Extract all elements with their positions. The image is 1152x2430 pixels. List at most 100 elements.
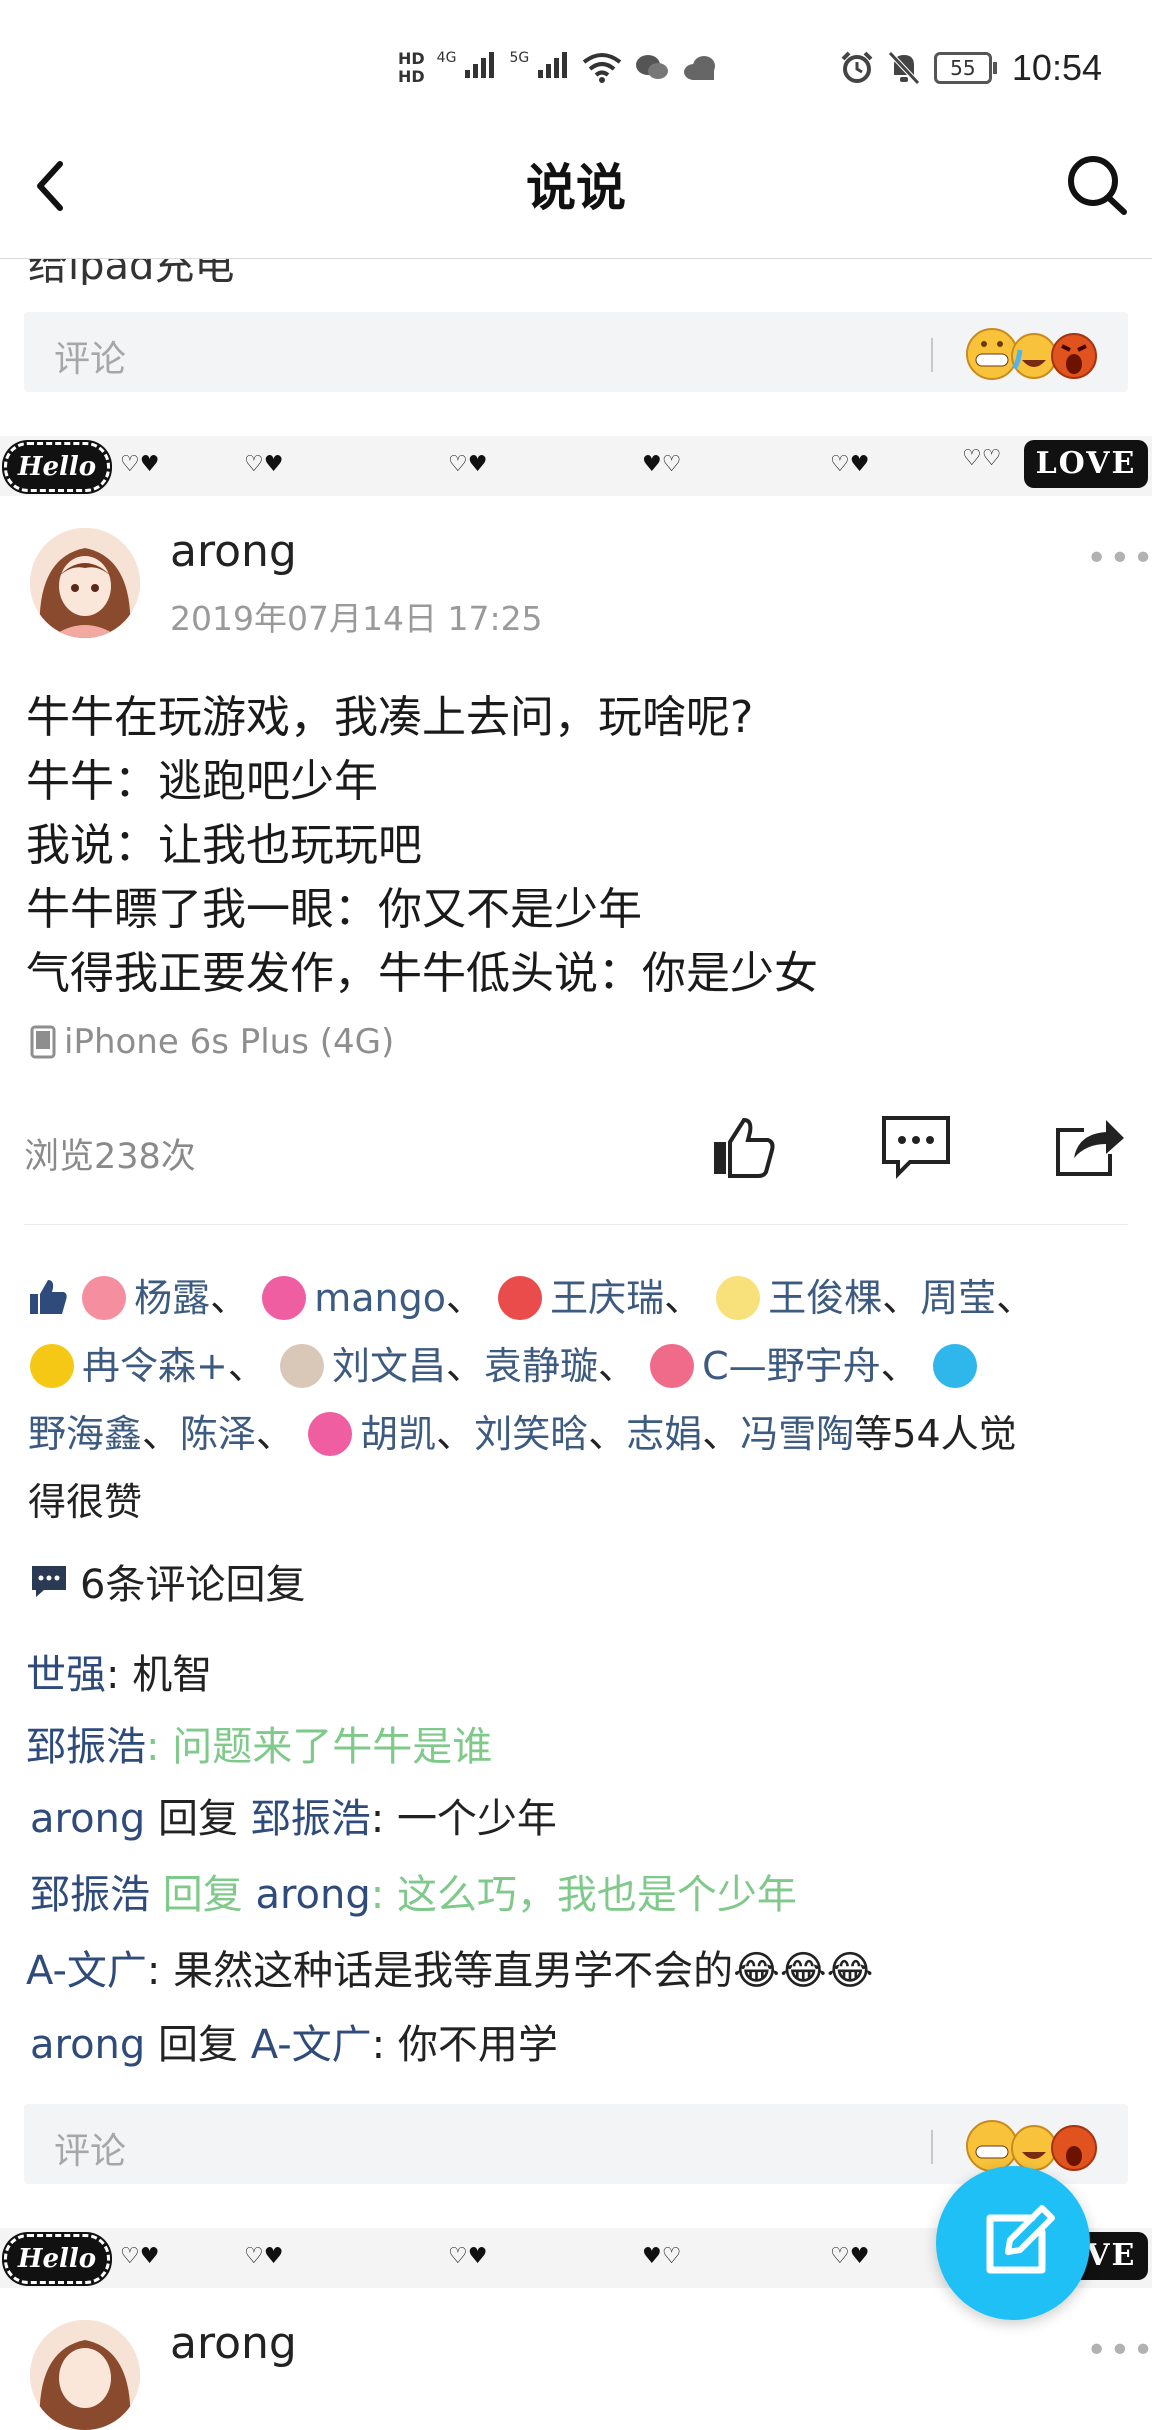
post-author[interactable]: arong <box>170 526 297 577</box>
love-sticker: LOVE <box>1024 440 1148 488</box>
reply-target[interactable]: arong <box>255 1872 370 1918</box>
liker-name[interactable]: 冉令森+ <box>82 1344 228 1388</box>
comment-text: 机智 <box>132 1652 213 1698</box>
more-options-button[interactable]: ••• <box>1086 538 1152 579</box>
separator: 、 <box>436 1412 475 1456</box>
search-button[interactable] <box>1062 148 1132 218</box>
reply-target[interactable]: 郅振浩 <box>251 1796 371 1842</box>
likes-list: 杨露、 mango、 王庆瑞、 王俊棵、周莹、 冉令森+、 刘文昌、袁静璇、 C… <box>28 1264 1128 1536</box>
post-content-line: 牛牛：逃跑吧少年 <box>26 756 378 807</box>
heart-icon: ♡♥ <box>120 452 160 477</box>
avatar[interactable] <box>30 2320 140 2430</box>
wifi-icon <box>582 53 622 83</box>
reply-target[interactable]: A-文广 <box>251 2022 372 2068</box>
comment-item[interactable]: arong 回复 A-文广: 你不用学 <box>30 2012 558 2070</box>
commenter-name[interactable]: 世强 <box>26 1652 106 1698</box>
commenter-name[interactable]: 郅振浩 <box>30 1872 150 1918</box>
like-button[interactable] <box>708 1112 778 1182</box>
commenter-name[interactable]: arong <box>30 2022 145 2068</box>
likes-line: 杨露、 mango、 王庆瑞、 王俊棵、周莹、 <box>28 1264 1128 1332</box>
heart-icon: ♡♡ <box>962 446 1002 471</box>
separator: 、 <box>880 1344 919 1388</box>
separator: 、 <box>588 1412 627 1456</box>
compose-button[interactable] <box>936 2166 1090 2320</box>
post-author[interactable]: arong <box>170 2318 297 2369</box>
heart-icon: ♡♥ <box>120 2244 160 2269</box>
liker-name[interactable]: 杨露 <box>134 1276 210 1320</box>
hd-icon: HD HD <box>398 49 425 86</box>
heart-icon: ♡♥ <box>448 452 488 477</box>
share-icon <box>1056 1120 1124 1176</box>
comment-text: 问题来了牛牛是谁 <box>172 1724 493 1770</box>
likes-total-end: 得很赞 <box>28 1480 143 1524</box>
comment-item[interactable]: 世强: 机智 <box>26 1642 212 1700</box>
liker-name[interactable]: 周莹 <box>920 1276 996 1320</box>
star-badge-icon <box>262 1275 307 1320</box>
liker-name[interactable]: 胡凯 <box>360 1412 436 1456</box>
comment-bubble-icon <box>882 1116 950 1179</box>
comment-placeholder: 评论 <box>54 2131 127 2172</box>
comment-item[interactable]: 郅振浩 回复 arong: 这么巧，我也是个少年 <box>30 1862 797 1920</box>
liker-name[interactable]: 志娟 <box>626 1412 702 1456</box>
star-badge-icon <box>30 1343 74 1388</box>
edit-icon <box>986 2205 1055 2274</box>
liker-name[interactable]: 王俊棵 <box>768 1276 882 1320</box>
emoji-shortcut-icon[interactable] <box>962 324 1102 380</box>
post-content-line: 牛牛瞟了我一眼：你又不是少年 <box>26 884 642 935</box>
liker-name[interactable]: 陈泽 <box>180 1412 256 1456</box>
wechat-icon <box>636 55 669 79</box>
reply-count: 6条评论回复 <box>80 1562 306 1608</box>
commenter-name[interactable]: A-文广 <box>26 1948 147 1994</box>
colon: : <box>370 1872 397 1918</box>
cloud-badge-icon <box>716 1275 761 1320</box>
share-button[interactable] <box>1054 1112 1124 1182</box>
separator: 、 <box>445 1276 484 1320</box>
liker-name[interactable]: mango <box>314 1276 446 1320</box>
signal-5g-icon: 5G <box>509 50 570 86</box>
previous-post-text-clip: 给ipad充电 <box>0 259 1152 285</box>
post-time: 2019年07月14日 17:25 <box>170 599 543 638</box>
comment-placeholder: 评论 <box>54 339 127 380</box>
phone-icon <box>30 1025 56 1059</box>
heart-icon: ♡♥ <box>830 452 870 477</box>
liker-name[interactable]: 王庆瑞 <box>550 1276 664 1320</box>
post-content-line: 气得我正要发作，牛牛低头说：你是少女 <box>26 948 818 999</box>
wings-badge-icon <box>650 1343 695 1388</box>
liker-name[interactable]: 刘文昌 <box>332 1344 446 1388</box>
reply-label: 回复 <box>145 2022 251 2068</box>
comment-item[interactable]: arong 回复 郅振浩: 一个少年 <box>30 1786 557 1844</box>
decor-strip: Hello ♡♥ ♡♥ ♡♥ ♥♡ ♡♥ ♡♡ LOVE <box>0 436 1152 496</box>
heart-icon: ♡♥ <box>830 2244 870 2269</box>
liker-name[interactable]: 袁静璇 <box>484 1344 598 1388</box>
comment-bar-divider <box>931 338 933 372</box>
comment-button[interactable] <box>880 1112 950 1182</box>
comment-item[interactable]: A-文广: 果然这种话是我等直男学不会的😂😂😂 <box>26 1938 873 1996</box>
comment-text: 果然这种话是我等直男学不会的😂😂😂 <box>173 1948 874 1994</box>
emoji-shortcut-icon[interactable] <box>962 2116 1102 2172</box>
hello-sticker: Hello <box>4 2234 110 2284</box>
separator: 、 <box>256 1412 295 1456</box>
post-content-line: 我说：让我也玩玩吧 <box>26 820 422 871</box>
clock: 10:54 <box>1011 47 1102 88</box>
thumbs-up-icon <box>714 1117 775 1178</box>
heart-icon: ♡♥ <box>244 2244 284 2269</box>
status-left-icons: HD HD 4G 5G <box>398 38 718 98</box>
liker-name[interactable]: 刘笑晗 <box>474 1412 588 1456</box>
comment-bar[interactable]: 评论 <box>24 312 1128 392</box>
device-name: iPhone 6s Plus (4G) <box>64 1022 395 1062</box>
more-options-button[interactable]: ••• <box>1086 2330 1152 2371</box>
avatar[interactable] <box>30 528 140 638</box>
liker-name[interactable]: 野海鑫 <box>28 1412 142 1456</box>
separator: 、 <box>142 1412 181 1456</box>
commenter-name[interactable]: 郅振浩 <box>26 1724 146 1770</box>
separator: 、 <box>882 1276 921 1320</box>
separator: 、 <box>996 1276 1035 1320</box>
signal-4g-icon: 4G <box>437 50 498 86</box>
heart-icon: ♡♥ <box>244 452 284 477</box>
liker-name[interactable]: 冯雪陶 <box>740 1412 854 1456</box>
comment-item[interactable]: 郅振浩: 问题来了牛牛是谁 <box>26 1714 492 1772</box>
liker-name[interactable]: C—野宇舟 <box>702 1344 881 1388</box>
comment-text: 这么巧，我也是个少年 <box>396 1872 797 1918</box>
commenter-name[interactable]: arong <box>30 1796 145 1842</box>
separator: 、 <box>227 1344 266 1388</box>
